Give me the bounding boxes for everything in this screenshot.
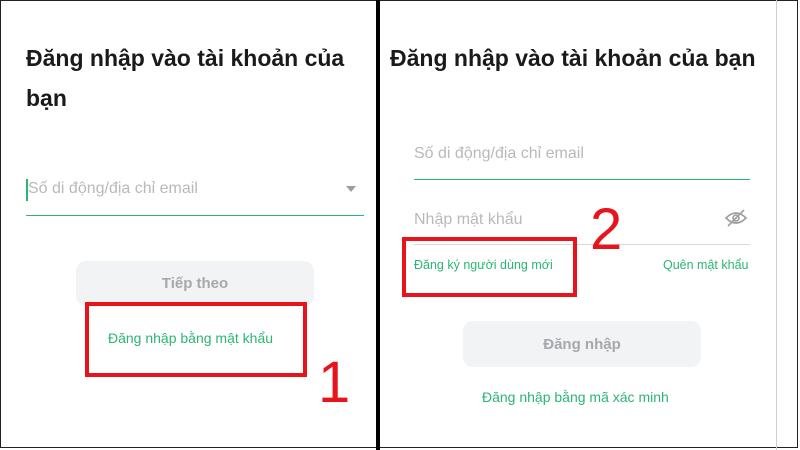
eye-off-icon[interactable] xyxy=(724,209,748,227)
screen-edge xyxy=(776,0,777,450)
phone-email-placeholder: Số di động/địa chỉ email xyxy=(28,180,198,197)
annotation-box-1 xyxy=(85,302,307,377)
chevron-down-icon[interactable] xyxy=(346,186,356,192)
annotation-number-1: 1 xyxy=(318,350,351,415)
next-button[interactable]: Tiếp theo xyxy=(76,261,314,306)
login-button[interactable]: Đăng nhập xyxy=(463,321,701,367)
verification-code-login-link[interactable]: Đăng nhập bằng mã xác minh xyxy=(482,389,669,405)
annotation-box-2 xyxy=(402,237,577,297)
page-title: Đăng nhập vào tài khoản của bạn xyxy=(390,45,756,71)
phone-email-placeholder: Số di động/địa chỉ email xyxy=(414,145,584,162)
annotation-number-2: 2 xyxy=(590,197,623,262)
password-placeholder: Nhập mật khẩu xyxy=(414,211,523,228)
login-screen-step-2: Đăng nhập vào tài khoản của bạn Số di độ… xyxy=(380,0,776,450)
forgot-password-link[interactable]: Quên mật khẩu xyxy=(663,258,748,272)
login-screen-step-1: Đăng nhập vào tài khoản của bạn Số di độ… xyxy=(0,0,376,450)
page-title: Đăng nhập vào tài khoản của bạn xyxy=(26,45,345,111)
phone-email-field[interactable]: Số di động/địa chỉ email xyxy=(26,170,364,216)
phone-email-field[interactable]: Số di động/địa chỉ email xyxy=(414,135,750,180)
